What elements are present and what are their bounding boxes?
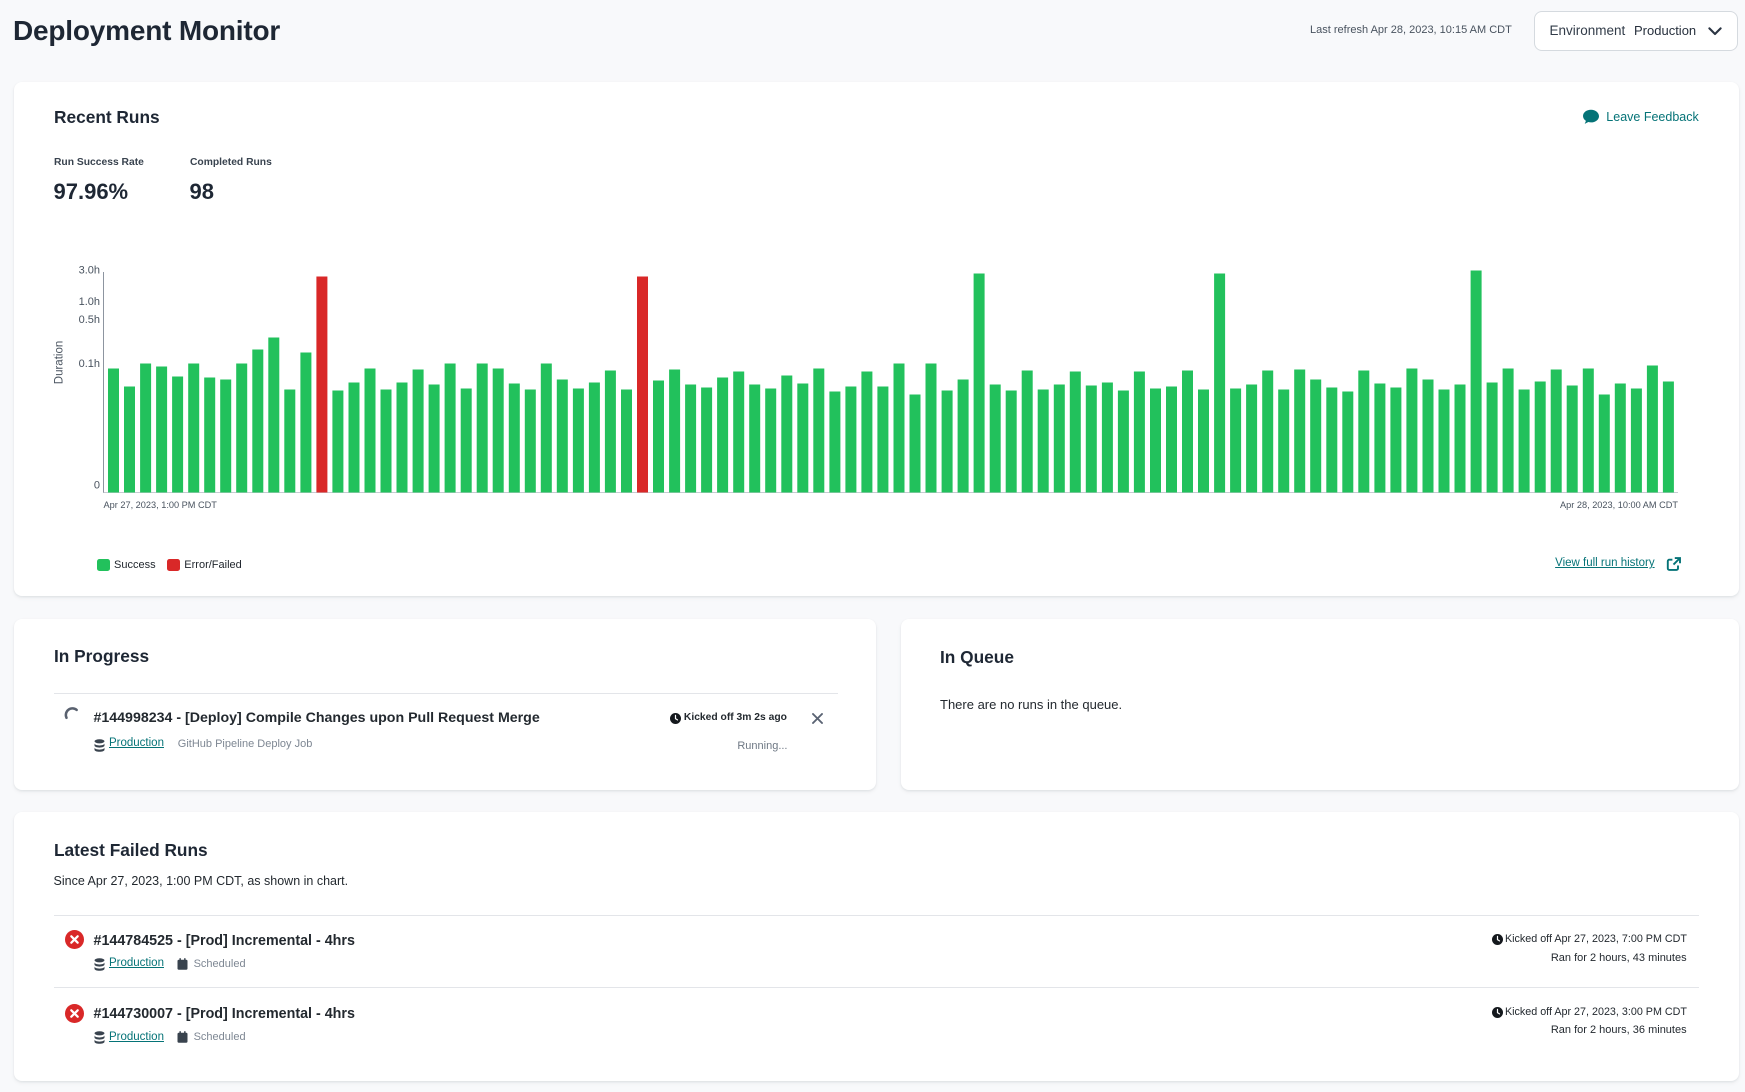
svg-text:3.0h: 3.0h: [79, 264, 100, 276]
svg-text:0: 0: [94, 479, 100, 491]
svg-text:Apr 28, 2023, 10:00 AM CDT: Apr 28, 2023, 10:00 AM CDT: [1560, 500, 1678, 510]
svg-text:Apr 27, 2023, 1:00 PM CDT: Apr 27, 2023, 1:00 PM CDT: [104, 500, 218, 510]
svg-text:0.5h: 0.5h: [79, 314, 100, 326]
svg-text:0.1h: 0.1h: [79, 358, 100, 370]
svg-text:Duration: Duration: [54, 341, 66, 384]
svg-text:1.0h: 1.0h: [79, 296, 100, 308]
